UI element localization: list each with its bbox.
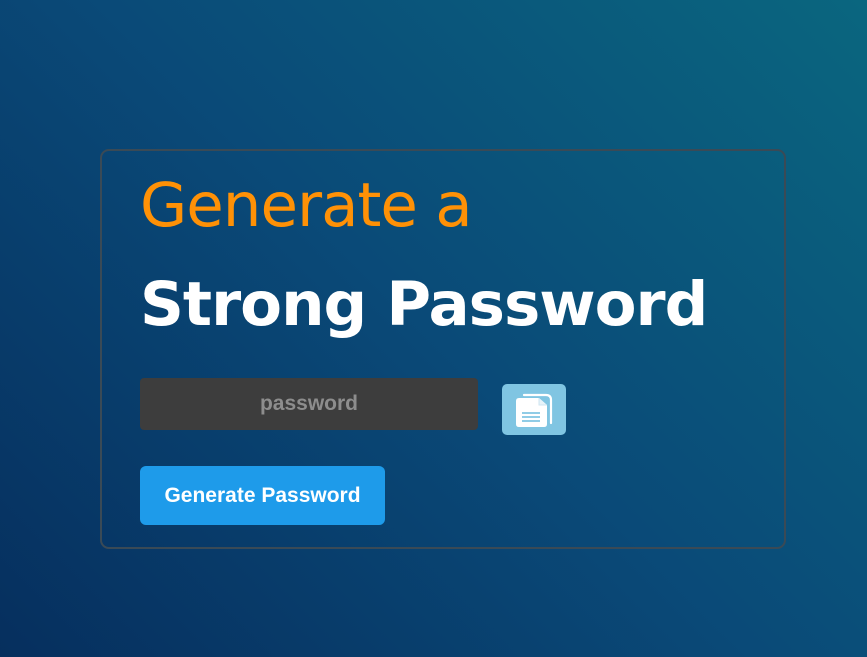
- heading-generate-a: Generate a: [140, 170, 473, 241]
- generate-password-button[interactable]: Generate Password: [140, 466, 385, 525]
- copy-icon: [516, 393, 553, 427]
- heading-strong-password: Strong Password: [140, 269, 708, 340]
- password-generator-card: Generate a Strong Password Generate Pass…: [100, 149, 786, 549]
- password-output-field[interactable]: [140, 378, 478, 430]
- copy-button[interactable]: [502, 384, 566, 435]
